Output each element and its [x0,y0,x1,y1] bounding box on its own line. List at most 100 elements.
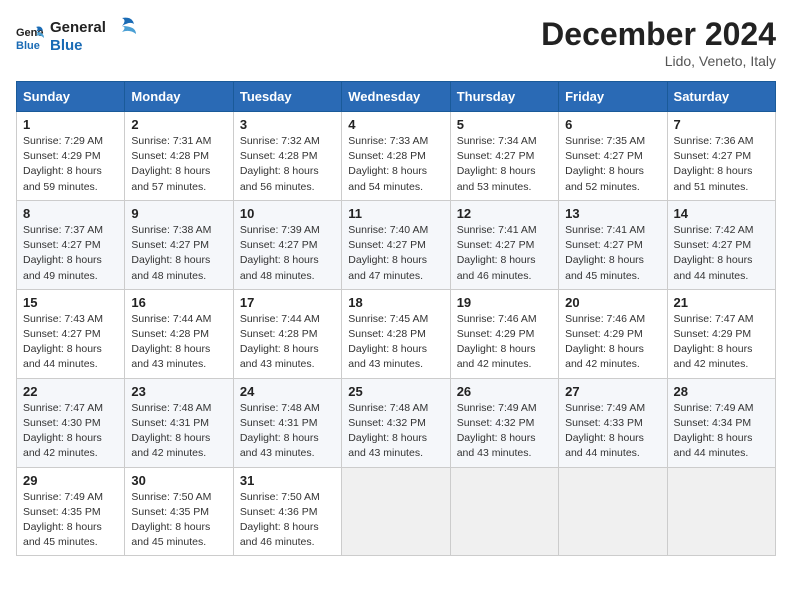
day-cell-9: 9 Sunrise: 7:38 AM Sunset: 4:27 PM Daylig… [125,200,233,289]
day-cell-18: 18 Sunrise: 7:45 AM Sunset: 4:28 PM Dayli… [342,289,450,378]
day-number-25: 25 [348,384,443,399]
day-cell-30: 30 Sunrise: 7:50 AM Sunset: 4:35 PM Dayli… [125,467,233,556]
day-number-1: 1 [23,117,118,132]
weekday-header-row: SundayMondayTuesdayWednesdayThursdayFrid… [17,82,776,112]
day-cell-16: 16Sunrise: 7:44 AM Sunset: 4:28 PM Dayli… [125,289,233,378]
day-number-6: 6 [565,117,660,132]
day-number-8: 8 [23,206,118,221]
month-title: December 2024 [541,16,776,53]
week-row-3: 15Sunrise: 7:43 AM Sunset: 4:27 PM Dayli… [17,289,776,378]
day-cell-4: 4 Sunrise: 7:33 AM Sunset: 4:28 PM Daylig… [342,112,450,201]
logo-icon: General Blue [16,23,44,51]
title-block: December 2024 Lido, Veneto, Italy [541,16,776,69]
day-cell-8: 8 Sunrise: 7:37 AM Sunset: 4:27 PM Daylig… [17,200,125,289]
day-cell-2: 2 Sunrise: 7:31 AM Sunset: 4:28 PM Daylig… [125,112,233,201]
day-cell-29: 29Sunrise: 7:49 AM Sunset: 4:35 PM Dayli… [17,467,125,556]
weekday-header-saturday: Saturday [667,82,775,112]
day-cell-12: 12Sunrise: 7:41 AM Sunset: 4:27 PM Dayli… [450,200,558,289]
day-number-23: 23 [131,384,226,399]
week-row-5: 29Sunrise: 7:49 AM Sunset: 4:35 PM Dayli… [17,467,776,556]
day-number-4: 4 [348,117,443,132]
day-cell-17: 17 Sunrise: 7:44 AM Sunset: 4:28 PM Dayli… [233,289,341,378]
svg-text:General: General [50,19,106,36]
day-info-21: Sunrise: 7:47 AM Sunset: 4:29 PM Dayligh… [674,312,769,373]
day-info-17: Sunrise: 7:44 AM Sunset: 4:28 PM Dayligh… [240,312,335,373]
day-number-10: 10 [240,206,335,221]
day-number-18: 18 [348,295,443,310]
day-cell-23: 23 Sunrise: 7:48 AM Sunset: 4:31 PM Dayli… [125,378,233,467]
day-info-11: Sunrise: 7:40 AM Sunset: 4:27 PM Dayligh… [348,223,443,284]
day-number-30: 30 [131,473,226,488]
day-number-21: 21 [674,295,769,310]
weekday-header-tuesday: Tuesday [233,82,341,112]
day-info-4: Sunrise: 7:33 AM Sunset: 4:28 PM Dayligh… [348,134,443,195]
week-row-2: 8 Sunrise: 7:37 AM Sunset: 4:27 PM Daylig… [17,200,776,289]
day-cell-7: 7Sunrise: 7:36 AM Sunset: 4:27 PM Daylig… [667,112,775,201]
location: Lido, Veneto, Italy [541,53,776,69]
empty-cell [559,467,667,556]
day-info-15: Sunrise: 7:43 AM Sunset: 4:27 PM Dayligh… [23,312,118,373]
empty-cell [342,467,450,556]
day-number-22: 22 [23,384,118,399]
day-info-13: Sunrise: 7:41 AM Sunset: 4:27 PM Dayligh… [565,223,660,284]
calendar-table: SundayMondayTuesdayWednesdayThursdayFrid… [16,81,776,556]
day-cell-11: 11 Sunrise: 7:40 AM Sunset: 4:27 PM Dayli… [342,200,450,289]
day-number-9: 9 [131,206,226,221]
day-cell-24: 24 Sunrise: 7:48 AM Sunset: 4:31 PM Dayli… [233,378,341,467]
day-number-19: 19 [457,295,552,310]
weekday-header-thursday: Thursday [450,82,558,112]
day-info-20: Sunrise: 7:46 AM Sunset: 4:29 PM Dayligh… [565,312,660,373]
day-cell-28: 28 Sunrise: 7:49 AM Sunset: 4:34 PM Dayli… [667,378,775,467]
day-info-25: Sunrise: 7:48 AM Sunset: 4:32 PM Dayligh… [348,401,443,462]
day-info-26: Sunrise: 7:49 AM Sunset: 4:32 PM Dayligh… [457,401,552,462]
day-info-18: Sunrise: 7:45 AM Sunset: 4:28 PM Dayligh… [348,312,443,373]
day-cell-13: 13 Sunrise: 7:41 AM Sunset: 4:27 PM Dayli… [559,200,667,289]
page-header: General Blue General Blue December 2024 … [16,16,776,69]
day-number-11: 11 [348,206,443,221]
day-cell-1: 1 Sunrise: 7:29 AM Sunset: 4:29 PM Daylig… [17,112,125,201]
day-info-1: Sunrise: 7:29 AM Sunset: 4:29 PM Dayligh… [23,134,118,195]
day-cell-31: 31 Sunrise: 7:50 AM Sunset: 4:36 PM Dayli… [233,467,341,556]
day-cell-27: 27 Sunrise: 7:49 AM Sunset: 4:33 PM Dayli… [559,378,667,467]
day-number-5: 5 [457,117,552,132]
day-info-30: Sunrise: 7:50 AM Sunset: 4:35 PM Dayligh… [131,490,226,551]
day-cell-14: 14Sunrise: 7:42 AM Sunset: 4:27 PM Dayli… [667,200,775,289]
day-info-24: Sunrise: 7:48 AM Sunset: 4:31 PM Dayligh… [240,401,335,462]
logo: General Blue General Blue [16,16,140,58]
day-cell-15: 15Sunrise: 7:43 AM Sunset: 4:27 PM Dayli… [17,289,125,378]
day-info-31: Sunrise: 7:50 AM Sunset: 4:36 PM Dayligh… [240,490,335,551]
weekday-header-friday: Friday [559,82,667,112]
day-cell-3: 3Sunrise: 7:32 AM Sunset: 4:28 PM Daylig… [233,112,341,201]
week-row-4: 22Sunrise: 7:47 AM Sunset: 4:30 PM Dayli… [17,378,776,467]
day-number-14: 14 [674,206,769,221]
day-number-28: 28 [674,384,769,399]
day-number-31: 31 [240,473,335,488]
day-info-23: Sunrise: 7:48 AM Sunset: 4:31 PM Dayligh… [131,401,226,462]
day-number-26: 26 [457,384,552,399]
day-info-28: Sunrise: 7:49 AM Sunset: 4:34 PM Dayligh… [674,401,769,462]
day-info-8: Sunrise: 7:37 AM Sunset: 4:27 PM Dayligh… [23,223,118,284]
day-info-5: Sunrise: 7:34 AM Sunset: 4:27 PM Dayligh… [457,134,552,195]
empty-cell [450,467,558,556]
day-number-12: 12 [457,206,552,221]
weekday-header-sunday: Sunday [17,82,125,112]
day-cell-5: 5 Sunrise: 7:34 AM Sunset: 4:27 PM Daylig… [450,112,558,201]
logo-svg: General Blue [50,16,140,58]
svg-text:Blue: Blue [16,40,40,51]
empty-cell [667,467,775,556]
day-info-29: Sunrise: 7:49 AM Sunset: 4:35 PM Dayligh… [23,490,118,551]
weekday-header-monday: Monday [125,82,233,112]
day-info-6: Sunrise: 7:35 AM Sunset: 4:27 PM Dayligh… [565,134,660,195]
day-info-2: Sunrise: 7:31 AM Sunset: 4:28 PM Dayligh… [131,134,226,195]
day-cell-25: 25 Sunrise: 7:48 AM Sunset: 4:32 PM Dayli… [342,378,450,467]
day-number-13: 13 [565,206,660,221]
day-info-27: Sunrise: 7:49 AM Sunset: 4:33 PM Dayligh… [565,401,660,462]
day-info-9: Sunrise: 7:38 AM Sunset: 4:27 PM Dayligh… [131,223,226,284]
day-number-2: 2 [131,117,226,132]
day-cell-19: 19Sunrise: 7:46 AM Sunset: 4:29 PM Dayli… [450,289,558,378]
day-number-17: 17 [240,295,335,310]
day-cell-10: 10Sunrise: 7:39 AM Sunset: 4:27 PM Dayli… [233,200,341,289]
day-number-24: 24 [240,384,335,399]
day-number-27: 27 [565,384,660,399]
weekday-header-wednesday: Wednesday [342,82,450,112]
